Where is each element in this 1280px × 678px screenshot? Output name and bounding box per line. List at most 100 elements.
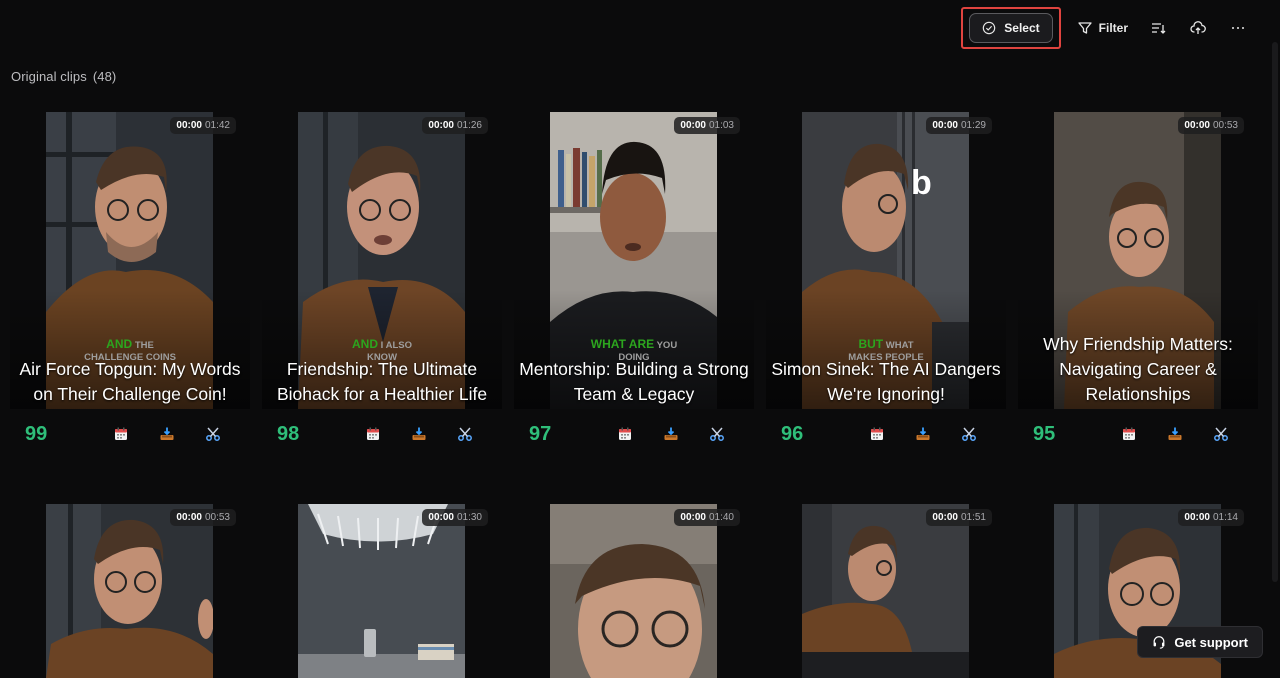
select-highlight: Select [961, 7, 1061, 49]
download-button[interactable] [396, 424, 442, 444]
clip-thumbnail[interactable]: 00:00 00:53 Why Friendship Matters: Navig… [1018, 112, 1258, 409]
clip-meta: 97 [514, 412, 754, 456]
section-title: Original clips (48) [11, 69, 116, 84]
edit-button[interactable] [442, 424, 488, 444]
edit-scissors-icon [962, 427, 976, 441]
sort-icon [1152, 23, 1166, 34]
duration-total: 01:26 [456, 120, 482, 131]
duration-total: 01:14 [1212, 512, 1238, 523]
clip-thumbnail[interactable]: 00:00 01:42 AND THE CHALLENGE COINS Air Fo… [10, 112, 250, 409]
calendar-icon [1123, 427, 1135, 440]
duration-start: 00:00 [932, 512, 958, 523]
edit-button[interactable] [190, 424, 236, 444]
get-support-button[interactable]: Get support [1137, 626, 1263, 658]
caption-text: WHAT [885, 340, 914, 351]
select-label: Select [1004, 21, 1040, 35]
clip-count: (48) [92, 69, 117, 84]
download-icon [412, 427, 426, 440]
calendar-icon [871, 427, 883, 440]
edit-scissors-icon [710, 427, 724, 441]
duration-start: 00:00 [176, 120, 202, 131]
check-circle-icon [983, 21, 996, 35]
caption-highlight: AND [106, 337, 133, 351]
sort-button[interactable] [1138, 13, 1178, 43]
caption-highlight: AND [352, 337, 379, 351]
calendar-icon [619, 427, 631, 440]
clip-card[interactable]: 00:00 01:42 AND THE CHALLENGE COINS Air Fo… [10, 112, 250, 456]
duration-badge: 00:00 01:14 [1178, 509, 1244, 526]
upload-cloud-icon [1190, 21, 1206, 34]
download-button[interactable] [900, 424, 946, 444]
duration-badge: 00:00 01:26 [422, 117, 488, 134]
duration-start: 00:00 [428, 512, 454, 523]
clip-thumbnail[interactable]: 00:00 00:53 [10, 504, 250, 678]
duration-total: 01:51 [960, 512, 986, 523]
clip-title: Air Force Topgun: My Words on Their Chal… [19, 359, 241, 404]
clip-title: Simon Sinek: The AI Dangers We're Ignori… [771, 359, 1001, 404]
upload-button[interactable] [1178, 13, 1218, 43]
clip-card[interactable]: 00:00 00:53 [10, 504, 250, 678]
schedule-button[interactable] [1106, 424, 1152, 444]
duration-badge: 00:00 00:53 [170, 509, 236, 526]
clip-card[interactable]: 00:00 00:53 Why Friendship Matters: Navig… [1018, 112, 1258, 456]
more-button[interactable] [1218, 13, 1258, 43]
get-support-label: Get support [1174, 634, 1248, 650]
clip-card[interactable]: 00:00 01:30 [262, 504, 502, 678]
clip-thumbnail[interactable]: 00:00 01:26 AND I ALSO KNOW Friendship: Th… [262, 112, 502, 409]
duration-total: 00:53 [204, 512, 230, 523]
caption-text: THE [134, 340, 154, 351]
download-button[interactable] [648, 424, 694, 444]
clip-meta: 96 [766, 412, 1006, 456]
schedule-button[interactable] [98, 424, 144, 444]
calendar-icon [367, 427, 379, 440]
edit-button[interactable] [1198, 424, 1244, 444]
download-icon [664, 427, 678, 440]
filter-icon [1078, 22, 1092, 34]
filter-button[interactable]: Filter [1067, 13, 1138, 43]
calendar-icon [115, 427, 127, 440]
duration-badge: 00:00 01:42 [170, 117, 236, 134]
clip-thumbnail[interactable]: 00:00 01:51 [766, 504, 1006, 678]
duration-badge: 00:00 01:30 [422, 509, 488, 526]
virality-score: 97 [529, 422, 552, 445]
virality-score: 99 [25, 422, 48, 445]
download-button[interactable] [144, 424, 190, 444]
download-button[interactable] [1152, 424, 1198, 444]
duration-total: 01:03 [708, 120, 734, 131]
video-frame [46, 504, 213, 678]
duration-start: 00:00 [680, 120, 706, 131]
download-icon [916, 427, 930, 440]
clip-thumbnail[interactable]: 00:00 01:30 [262, 504, 502, 678]
clip-card[interactable]: 00:00 01:51 [766, 504, 1006, 678]
clip-card[interactable]: 00:00 01:03 WHAT ARE YOU DOING Mentorship:… [514, 112, 754, 456]
duration-start: 00:00 [680, 512, 706, 523]
clip-thumbnail[interactable]: b 00:00 01:29 BUT WHAT MAKES PEOPLE Simon … [766, 112, 1006, 409]
schedule-button[interactable] [854, 424, 900, 444]
duration-total: 00:53 [1212, 120, 1238, 131]
clip-thumbnail[interactable]: 00:00 01:40 [514, 504, 754, 678]
clip-meta: 99 [10, 412, 250, 456]
schedule-button[interactable] [602, 424, 648, 444]
clip-card[interactable]: 00:00 01:26 AND I ALSO KNOW Friendship: Th… [262, 112, 502, 456]
select-button[interactable]: Select [969, 13, 1053, 43]
duration-start: 00:00 [1184, 512, 1210, 523]
clip-card[interactable]: 00:00 01:40 [514, 504, 754, 678]
virality-score: 98 [277, 422, 300, 445]
toolbar: Select Filter [961, 6, 1258, 50]
edit-scissors-icon [1214, 427, 1228, 441]
duration-start: 00:00 [1184, 120, 1210, 131]
clip-card[interactable]: b 00:00 01:29 BUT WHAT MAKES PEOPLE Simon … [766, 112, 1006, 456]
edit-button[interactable] [694, 424, 740, 444]
duration-total: 01:40 [708, 512, 734, 523]
clip-title: Why Friendship Matters: Navigating Caree… [1043, 334, 1233, 404]
schedule-button[interactable] [350, 424, 396, 444]
duration-badge: 00:00 01:51 [926, 509, 992, 526]
clip-thumbnail[interactable]: 00:00 01:03 WHAT ARE YOU DOING Mentorship:… [514, 112, 754, 409]
scrollbar[interactable] [1272, 42, 1278, 582]
more-icon [1232, 27, 1244, 29]
edit-button[interactable] [946, 424, 992, 444]
caption-highlight: WHAT ARE [590, 337, 655, 351]
duration-start: 00:00 [176, 512, 202, 523]
overlay-letter: b [911, 164, 932, 202]
clip-title: Friendship: The Ultimate Biohack for a H… [276, 359, 488, 404]
